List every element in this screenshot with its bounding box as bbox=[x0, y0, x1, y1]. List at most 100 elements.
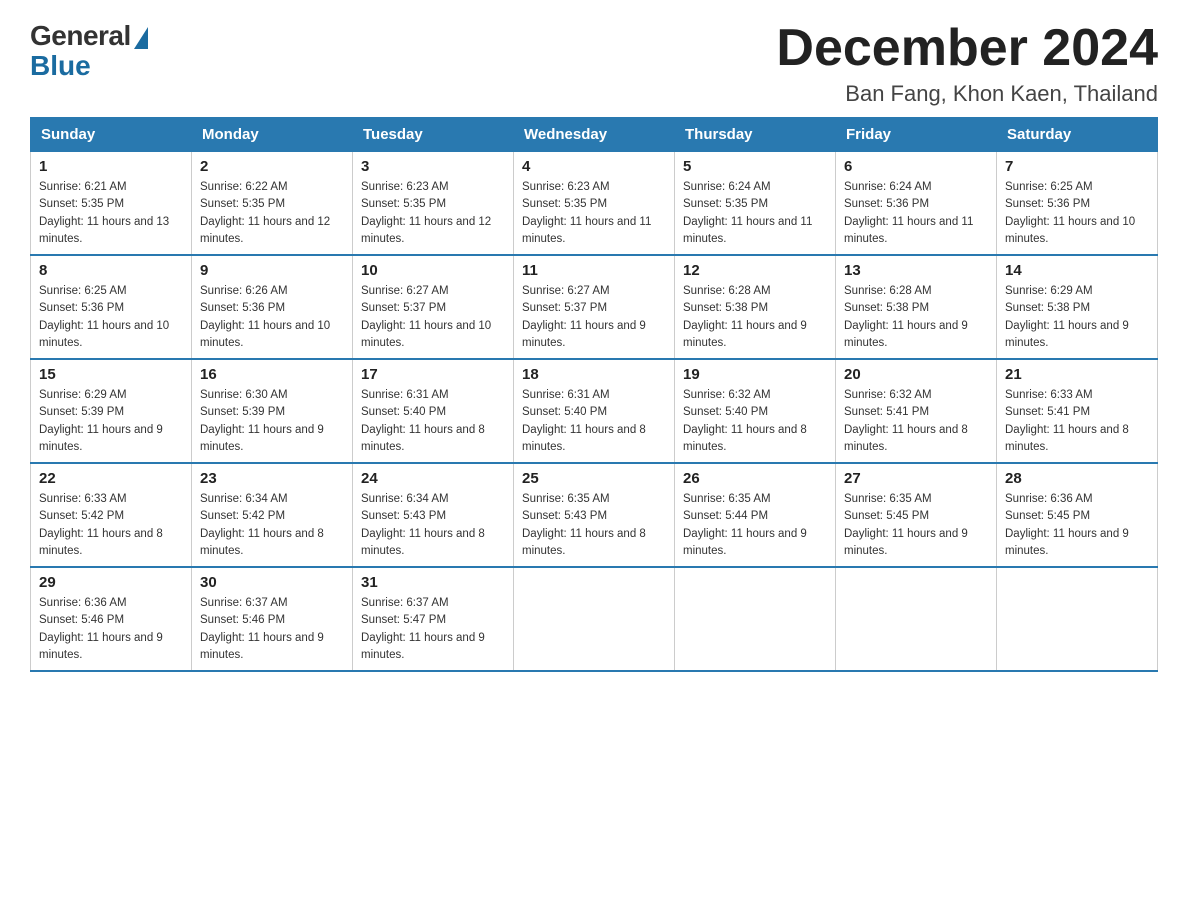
day-info: Sunrise: 6:21 AM Sunset: 5:35 PM Dayligh… bbox=[39, 179, 183, 248]
day-number: 13 bbox=[844, 262, 988, 279]
day-number: 18 bbox=[522, 366, 666, 383]
day-info: Sunrise: 6:32 AM Sunset: 5:41 PM Dayligh… bbox=[844, 387, 988, 456]
day-number: 20 bbox=[844, 366, 988, 383]
day-number: 28 bbox=[1005, 470, 1149, 487]
calendar-day-cell: 10 Sunrise: 6:27 AM Sunset: 5:37 PM Dayl… bbox=[353, 255, 514, 359]
calendar-week-row: 1 Sunrise: 6:21 AM Sunset: 5:35 PM Dayli… bbox=[31, 152, 1158, 256]
calendar-day-header: Wednesday bbox=[514, 118, 675, 152]
day-number: 25 bbox=[522, 470, 666, 487]
day-number: 26 bbox=[683, 470, 827, 487]
day-info: Sunrise: 6:29 AM Sunset: 5:39 PM Dayligh… bbox=[39, 387, 183, 456]
day-number: 31 bbox=[361, 574, 505, 591]
day-number: 2 bbox=[200, 158, 344, 175]
calendar-day-cell: 15 Sunrise: 6:29 AM Sunset: 5:39 PM Dayl… bbox=[31, 359, 192, 463]
day-info: Sunrise: 6:35 AM Sunset: 5:44 PM Dayligh… bbox=[683, 491, 827, 560]
calendar-day-cell: 1 Sunrise: 6:21 AM Sunset: 5:35 PM Dayli… bbox=[31, 152, 192, 256]
day-info: Sunrise: 6:36 AM Sunset: 5:46 PM Dayligh… bbox=[39, 595, 183, 664]
day-number: 30 bbox=[200, 574, 344, 591]
day-info: Sunrise: 6:25 AM Sunset: 5:36 PM Dayligh… bbox=[1005, 179, 1149, 248]
day-info: Sunrise: 6:32 AM Sunset: 5:40 PM Dayligh… bbox=[683, 387, 827, 456]
calendar-week-row: 15 Sunrise: 6:29 AM Sunset: 5:39 PM Dayl… bbox=[31, 359, 1158, 463]
day-info: Sunrise: 6:34 AM Sunset: 5:42 PM Dayligh… bbox=[200, 491, 344, 560]
day-number: 17 bbox=[361, 366, 505, 383]
calendar-day-header: Saturday bbox=[997, 118, 1158, 152]
calendar-day-cell: 20 Sunrise: 6:32 AM Sunset: 5:41 PM Dayl… bbox=[836, 359, 997, 463]
calendar-day-cell: 2 Sunrise: 6:22 AM Sunset: 5:35 PM Dayli… bbox=[192, 152, 353, 256]
day-info: Sunrise: 6:37 AM Sunset: 5:46 PM Dayligh… bbox=[200, 595, 344, 664]
day-number: 12 bbox=[683, 262, 827, 279]
day-info: Sunrise: 6:24 AM Sunset: 5:36 PM Dayligh… bbox=[844, 179, 988, 248]
day-number: 10 bbox=[361, 262, 505, 279]
day-number: 6 bbox=[844, 158, 988, 175]
calendar-day-cell: 30 Sunrise: 6:37 AM Sunset: 5:46 PM Dayl… bbox=[192, 567, 353, 671]
calendar-day-cell: 4 Sunrise: 6:23 AM Sunset: 5:35 PM Dayli… bbox=[514, 152, 675, 256]
calendar-day-cell: 14 Sunrise: 6:29 AM Sunset: 5:38 PM Dayl… bbox=[997, 255, 1158, 359]
calendar-day-cell: 6 Sunrise: 6:24 AM Sunset: 5:36 PM Dayli… bbox=[836, 152, 997, 256]
day-number: 19 bbox=[683, 366, 827, 383]
day-info: Sunrise: 6:23 AM Sunset: 5:35 PM Dayligh… bbox=[522, 179, 666, 248]
calendar-day-cell: 12 Sunrise: 6:28 AM Sunset: 5:38 PM Dayl… bbox=[675, 255, 836, 359]
day-number: 24 bbox=[361, 470, 505, 487]
calendar-day-cell bbox=[997, 567, 1158, 671]
calendar-day-header: Tuesday bbox=[353, 118, 514, 152]
day-info: Sunrise: 6:23 AM Sunset: 5:35 PM Dayligh… bbox=[361, 179, 505, 248]
calendar-day-cell: 22 Sunrise: 6:33 AM Sunset: 5:42 PM Dayl… bbox=[31, 463, 192, 567]
calendar-day-cell bbox=[836, 567, 997, 671]
calendar-day-cell: 31 Sunrise: 6:37 AM Sunset: 5:47 PM Dayl… bbox=[353, 567, 514, 671]
calendar-day-header: Friday bbox=[836, 118, 997, 152]
day-number: 11 bbox=[522, 262, 666, 279]
calendar-header-row: SundayMondayTuesdayWednesdayThursdayFrid… bbox=[31, 118, 1158, 152]
day-info: Sunrise: 6:36 AM Sunset: 5:45 PM Dayligh… bbox=[1005, 491, 1149, 560]
day-number: 15 bbox=[39, 366, 183, 383]
day-number: 3 bbox=[361, 158, 505, 175]
location-subtitle: Ban Fang, Khon Kaen, Thailand bbox=[776, 81, 1158, 107]
calendar-day-cell: 29 Sunrise: 6:36 AM Sunset: 5:46 PM Dayl… bbox=[31, 567, 192, 671]
calendar-day-cell: 24 Sunrise: 6:34 AM Sunset: 5:43 PM Dayl… bbox=[353, 463, 514, 567]
calendar-day-cell: 26 Sunrise: 6:35 AM Sunset: 5:44 PM Dayl… bbox=[675, 463, 836, 567]
calendar-day-cell: 13 Sunrise: 6:28 AM Sunset: 5:38 PM Dayl… bbox=[836, 255, 997, 359]
day-info: Sunrise: 6:24 AM Sunset: 5:35 PM Dayligh… bbox=[683, 179, 827, 248]
day-number: 14 bbox=[1005, 262, 1149, 279]
calendar-day-cell: 16 Sunrise: 6:30 AM Sunset: 5:39 PM Dayl… bbox=[192, 359, 353, 463]
day-info: Sunrise: 6:30 AM Sunset: 5:39 PM Dayligh… bbox=[200, 387, 344, 456]
calendar-day-header: Thursday bbox=[675, 118, 836, 152]
calendar-day-cell: 3 Sunrise: 6:23 AM Sunset: 5:35 PM Dayli… bbox=[353, 152, 514, 256]
calendar-week-row: 22 Sunrise: 6:33 AM Sunset: 5:42 PM Dayl… bbox=[31, 463, 1158, 567]
day-info: Sunrise: 6:26 AM Sunset: 5:36 PM Dayligh… bbox=[200, 283, 344, 352]
day-number: 16 bbox=[200, 366, 344, 383]
calendar-day-cell: 17 Sunrise: 6:31 AM Sunset: 5:40 PM Dayl… bbox=[353, 359, 514, 463]
day-info: Sunrise: 6:28 AM Sunset: 5:38 PM Dayligh… bbox=[844, 283, 988, 352]
calendar-day-cell: 7 Sunrise: 6:25 AM Sunset: 5:36 PM Dayli… bbox=[997, 152, 1158, 256]
day-info: Sunrise: 6:35 AM Sunset: 5:45 PM Dayligh… bbox=[844, 491, 988, 560]
logo: General Blue bbox=[30, 20, 148, 82]
day-number: 1 bbox=[39, 158, 183, 175]
day-info: Sunrise: 6:22 AM Sunset: 5:35 PM Dayligh… bbox=[200, 179, 344, 248]
logo-general-text: General bbox=[30, 20, 131, 52]
calendar-day-cell: 5 Sunrise: 6:24 AM Sunset: 5:35 PM Dayli… bbox=[675, 152, 836, 256]
day-number: 23 bbox=[200, 470, 344, 487]
day-info: Sunrise: 6:33 AM Sunset: 5:41 PM Dayligh… bbox=[1005, 387, 1149, 456]
calendar-day-cell: 19 Sunrise: 6:32 AM Sunset: 5:40 PM Dayl… bbox=[675, 359, 836, 463]
page-header: General Blue December 2024 Ban Fang, Kho… bbox=[30, 20, 1158, 107]
calendar-day-cell: 23 Sunrise: 6:34 AM Sunset: 5:42 PM Dayl… bbox=[192, 463, 353, 567]
day-info: Sunrise: 6:27 AM Sunset: 5:37 PM Dayligh… bbox=[361, 283, 505, 352]
day-number: 5 bbox=[683, 158, 827, 175]
month-title: December 2024 bbox=[776, 20, 1158, 77]
calendar-day-cell: 11 Sunrise: 6:27 AM Sunset: 5:37 PM Dayl… bbox=[514, 255, 675, 359]
day-info: Sunrise: 6:27 AM Sunset: 5:37 PM Dayligh… bbox=[522, 283, 666, 352]
logo-triangle-icon bbox=[134, 27, 148, 49]
day-number: 7 bbox=[1005, 158, 1149, 175]
calendar-day-cell bbox=[514, 567, 675, 671]
calendar-day-cell: 25 Sunrise: 6:35 AM Sunset: 5:43 PM Dayl… bbox=[514, 463, 675, 567]
day-info: Sunrise: 6:35 AM Sunset: 5:43 PM Dayligh… bbox=[522, 491, 666, 560]
day-number: 22 bbox=[39, 470, 183, 487]
calendar-day-cell: 8 Sunrise: 6:25 AM Sunset: 5:36 PM Dayli… bbox=[31, 255, 192, 359]
calendar-day-header: Monday bbox=[192, 118, 353, 152]
day-number: 21 bbox=[1005, 366, 1149, 383]
day-info: Sunrise: 6:31 AM Sunset: 5:40 PM Dayligh… bbox=[361, 387, 505, 456]
calendar-day-cell: 27 Sunrise: 6:35 AM Sunset: 5:45 PM Dayl… bbox=[836, 463, 997, 567]
calendar-day-cell: 18 Sunrise: 6:31 AM Sunset: 5:40 PM Dayl… bbox=[514, 359, 675, 463]
calendar-day-cell bbox=[675, 567, 836, 671]
calendar-table: SundayMondayTuesdayWednesdayThursdayFrid… bbox=[30, 117, 1158, 672]
day-info: Sunrise: 6:37 AM Sunset: 5:47 PM Dayligh… bbox=[361, 595, 505, 664]
